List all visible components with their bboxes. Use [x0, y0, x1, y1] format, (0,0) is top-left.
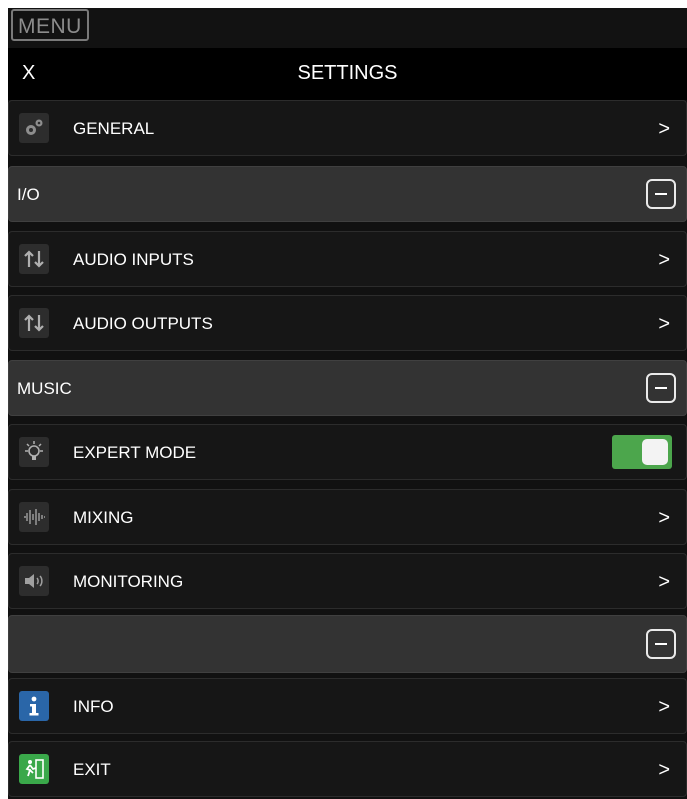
row-label: EXIT	[73, 760, 111, 779]
settings-app: MENU X SETTINGS GENERAL > I/O AUDIO INPU…	[8, 8, 687, 799]
collapse-button[interactable]	[646, 373, 676, 403]
collapse-button[interactable]	[646, 629, 676, 659]
row-label: MONITORING	[73, 572, 184, 591]
expert-mode-toggle[interactable]	[612, 435, 672, 469]
section-label: MUSIC	[17, 379, 72, 398]
chevron-right-icon: >	[658, 571, 670, 593]
menu-button[interactable]: MENU	[11, 9, 89, 41]
info-icon	[19, 691, 49, 721]
section-header-io: I/O	[8, 166, 687, 222]
row-general[interactable]: GENERAL >	[8, 100, 687, 156]
row-label: EXPERT MODE	[73, 443, 197, 462]
chevron-right-icon: >	[658, 696, 670, 718]
row-monitoring[interactable]: MONITORING >	[8, 553, 687, 609]
toggle-knob	[642, 439, 668, 465]
row-label: GENERAL	[73, 119, 155, 138]
section-header-music: MUSIC	[8, 360, 687, 416]
chevron-right-icon: >	[658, 118, 670, 140]
chevron-right-icon: >	[658, 759, 670, 781]
page-title: SETTINGS	[297, 62, 398, 84]
lightbulb-icon	[19, 437, 49, 467]
speaker-icon	[19, 566, 49, 596]
menu-bar: MENU	[8, 8, 687, 48]
row-info[interactable]: INFO >	[8, 678, 687, 734]
chevron-right-icon: >	[658, 507, 670, 529]
arrows-updown-icon	[19, 308, 49, 338]
section-header-empty	[8, 615, 687, 673]
row-label: MIXING	[73, 508, 134, 527]
arrows-updown-icon	[19, 244, 49, 274]
row-audio-outputs[interactable]: AUDIO OUTPUTS >	[8, 295, 687, 351]
row-expert-mode: EXPERT MODE	[8, 424, 687, 480]
chevron-right-icon: >	[658, 249, 670, 271]
section-label: I/O	[17, 185, 40, 204]
row-audio-inputs[interactable]: AUDIO INPUTS >	[8, 231, 687, 287]
row-label: AUDIO INPUTS	[73, 250, 194, 269]
gears-icon	[19, 113, 49, 143]
row-label: AUDIO OUTPUTS	[73, 314, 213, 333]
collapse-button[interactable]	[646, 179, 676, 209]
title-bar: X SETTINGS	[8, 48, 687, 100]
row-label: INFO	[73, 697, 114, 716]
exit-icon	[19, 754, 49, 784]
waveform-icon	[19, 502, 49, 532]
row-exit[interactable]: EXIT >	[8, 741, 687, 797]
chevron-right-icon: >	[658, 313, 670, 335]
row-mixing[interactable]: MIXING >	[8, 489, 687, 545]
